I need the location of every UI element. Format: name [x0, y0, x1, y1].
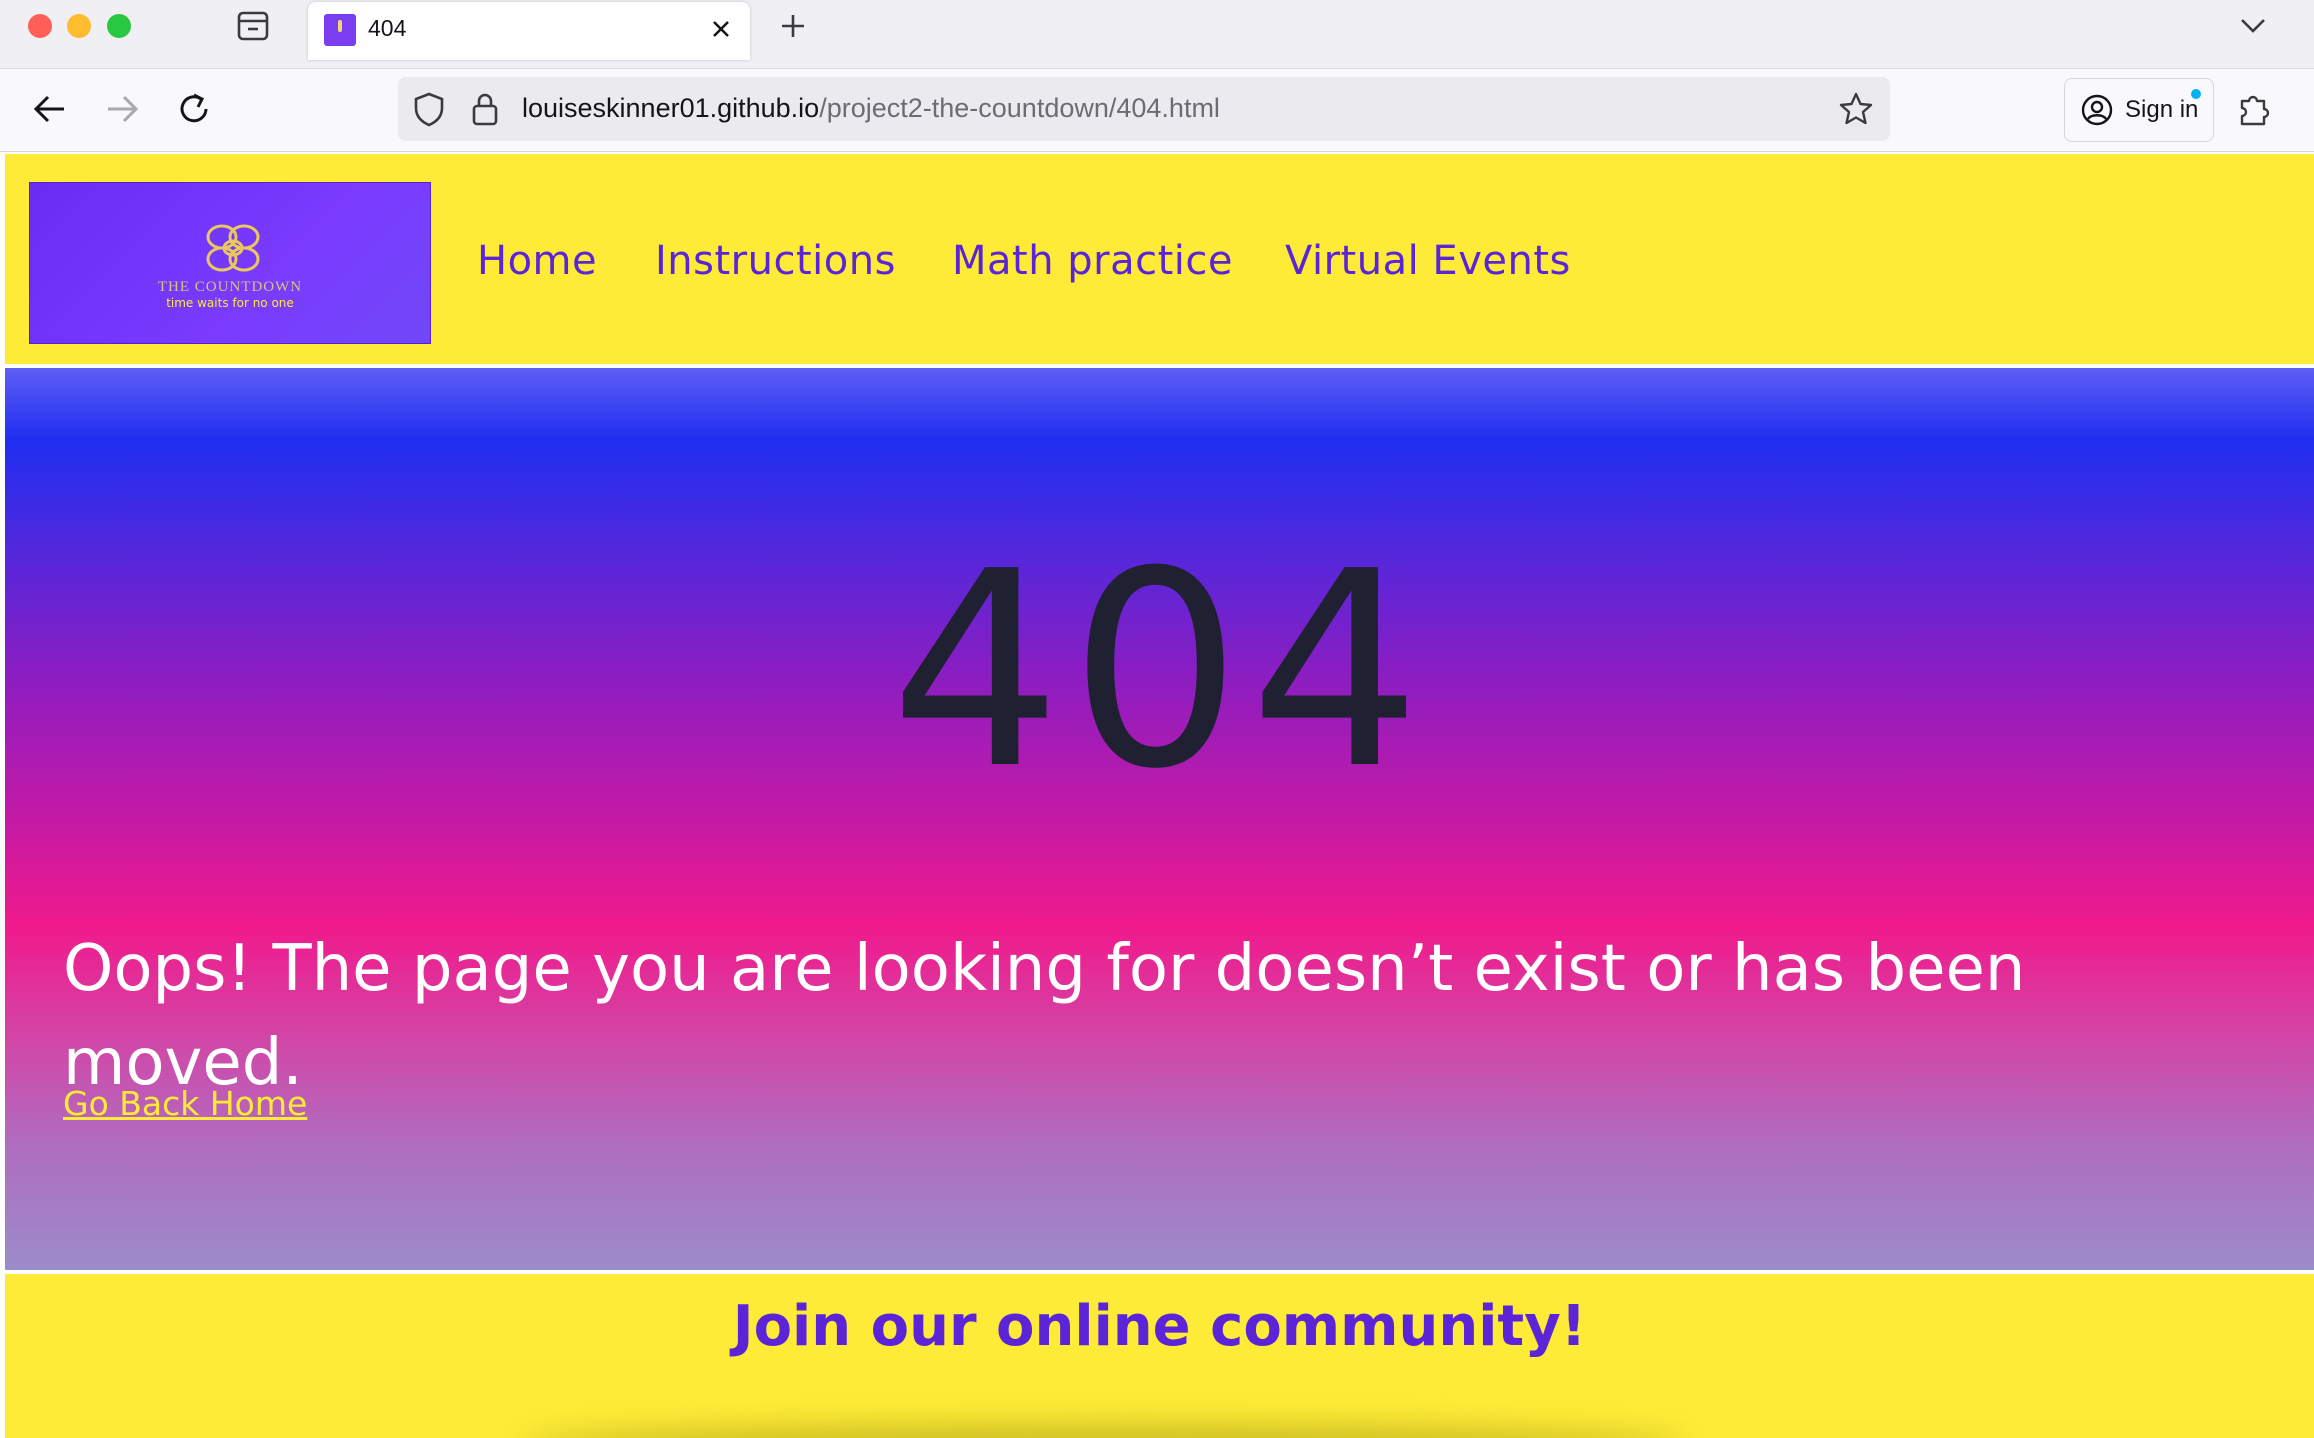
community-card-shadow: [525, 1424, 1685, 1438]
sign-in-button[interactable]: Sign in: [2064, 78, 2214, 142]
site-header: THE COUNTDOWN time waits for no one Home…: [5, 154, 2314, 364]
bookmark-star-icon[interactable]: [1838, 91, 1874, 127]
sign-in-label: Sign in: [2125, 96, 2199, 123]
shield-icon[interactable]: [412, 91, 446, 127]
active-tab[interactable]: 404: [308, 2, 750, 60]
community-heading: Join our online community!: [732, 1294, 1587, 1359]
chevron-down-icon[interactable]: [2236, 12, 2270, 40]
tab-title: 404: [368, 15, 407, 41]
forward-arrow-icon[interactable]: [102, 89, 142, 129]
navigation-toolbar: louiseskinner01.github.io/project2-the-c…: [0, 69, 2314, 152]
url-text[interactable]: louiseskinner01.github.io/project2-the-c…: [522, 93, 1220, 124]
community-section: Join our online community!: [5, 1274, 2314, 1438]
address-bar[interactable]: louiseskinner01.github.io/project2-the-c…: [398, 77, 1890, 141]
nav-link-home[interactable]: Home: [477, 238, 597, 284]
reload-icon[interactable]: [174, 89, 214, 129]
nav-link-virtual-events[interactable]: Virtual Events: [1285, 238, 1571, 284]
window-maximize-button[interactable]: [107, 14, 131, 38]
url-path: /project2-the-countdown/404.html: [819, 93, 1220, 123]
go-back-home-link[interactable]: Go Back Home: [63, 1084, 307, 1123]
infinity-knot-icon: [206, 224, 260, 272]
window-close-button[interactable]: [28, 14, 52, 38]
error-hero: 404 Oops! The page you are looking for d…: [5, 368, 2314, 1270]
new-tab-icon[interactable]: [776, 9, 810, 43]
window-minimize-button[interactable]: [67, 14, 91, 38]
logo-title: THE COUNTDOWN: [157, 279, 303, 295]
notification-dot: [2191, 89, 2201, 99]
logo-tagline: time waits for no one: [166, 296, 294, 310]
favicon-icon: [324, 14, 356, 46]
tab-strip: 404: [0, 0, 2314, 69]
nav-link-instructions[interactable]: Instructions: [655, 238, 896, 284]
error-message: Oops! The page you are looking for doesn…: [63, 932, 2026, 1100]
back-arrow-icon[interactable]: [30, 89, 70, 129]
web-page: THE COUNTDOWN time waits for no one Home…: [0, 152, 2314, 1438]
nav-link-math-practice[interactable]: Math practice: [952, 238, 1233, 284]
lock-icon[interactable]: [470, 91, 500, 127]
error-code: 404: [889, 513, 1430, 828]
account-icon: [2081, 94, 2113, 126]
extensions-puzzle-icon[interactable]: [2236, 89, 2272, 129]
url-domain: louiseskinner01.github.io: [522, 93, 820, 123]
tab-overview-icon[interactable]: [236, 10, 270, 42]
close-icon[interactable]: [706, 14, 736, 44]
site-logo[interactable]: THE COUNTDOWN time waits for no one: [29, 182, 431, 344]
